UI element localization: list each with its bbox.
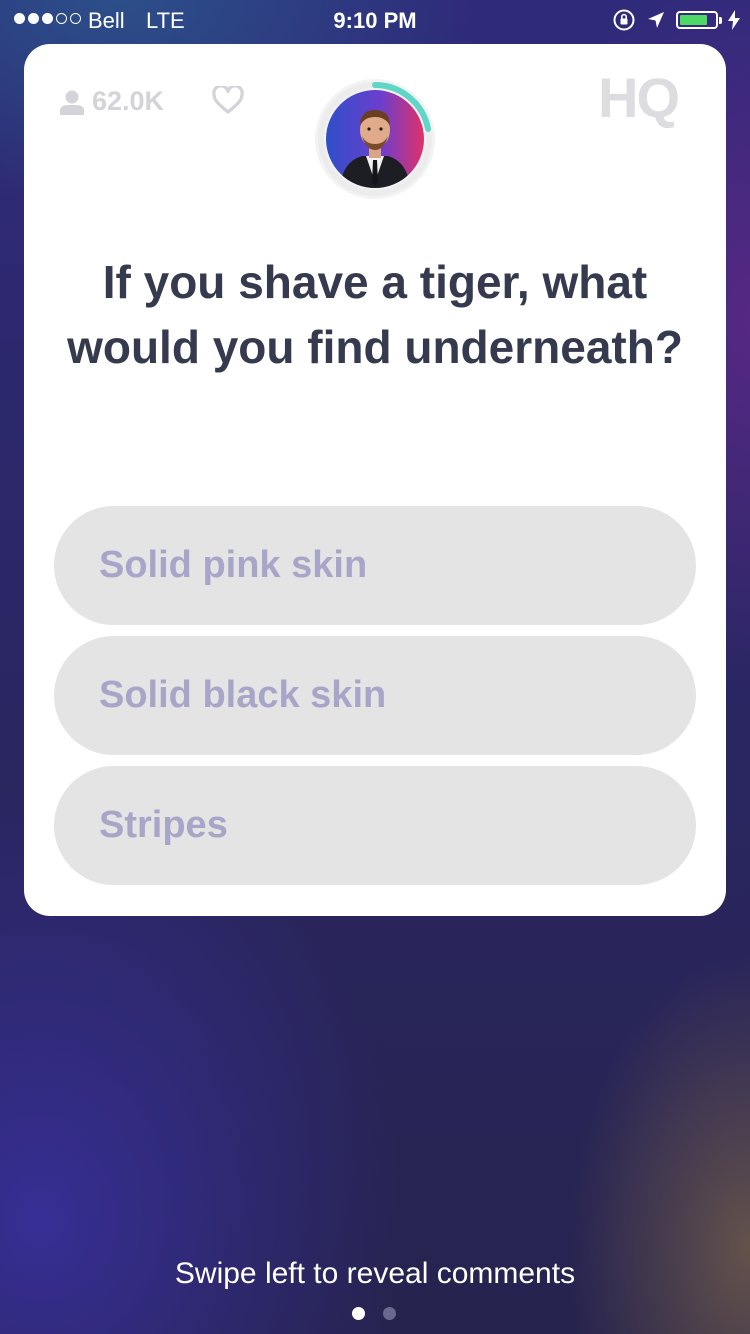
- status-bar: Bell LTE 9:10 PM: [0, 0, 750, 40]
- hq-logo: HQ: [598, 72, 680, 128]
- battery-icon: [676, 11, 722, 29]
- page-dot-1: [352, 1307, 365, 1320]
- location-arrow-icon: [648, 12, 664, 28]
- swipe-hint: Swipe left to reveal comments: [174, 1257, 576, 1290]
- answer-option-1[interactable]: Solid pink skin: [54, 506, 696, 625]
- answer-label: Solid pink skin: [99, 544, 368, 586]
- answer-label: Stripes: [99, 804, 228, 846]
- host-avatar-timer: [315, 79, 435, 199]
- answer-option-2[interactable]: Solid black skin: [54, 636, 696, 755]
- user-icon: [60, 90, 84, 115]
- question-card: 62.0K HQ If you shave a tiger, what woul…: [24, 44, 726, 916]
- page-dot-2: [383, 1307, 396, 1320]
- answer-label: Solid black skin: [99, 674, 387, 716]
- answer-option-3[interactable]: Stripes: [54, 766, 696, 885]
- page-indicator[interactable]: [352, 1307, 396, 1320]
- viewer-count-label: 62.0K: [92, 86, 165, 116]
- question-text: If you shave a tiger, what would you fin…: [67, 256, 683, 373]
- orientation-lock-icon: [613, 9, 635, 31]
- charging-bolt-icon: [728, 10, 740, 30]
- viewer-count: 62.0K: [60, 86, 164, 117]
- answer-list: Solid pink skin Solid black skin Stripes: [54, 506, 696, 896]
- host-avatar: [326, 90, 424, 188]
- heart-icon[interactable]: [212, 86, 244, 114]
- hq-logo-text: HQ: [598, 72, 678, 128]
